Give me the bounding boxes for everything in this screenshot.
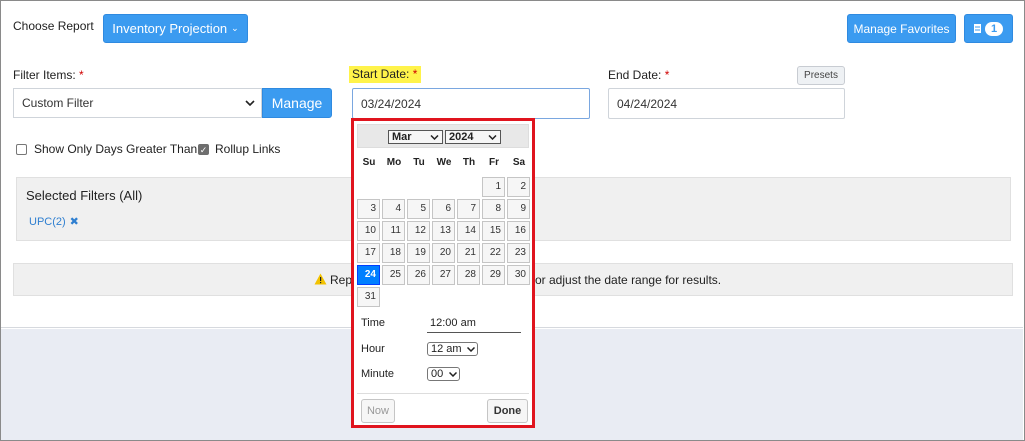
day-cell[interactable]: 31 (357, 287, 380, 307)
chevron-down-icon (449, 371, 457, 377)
done-button[interactable]: Done (487, 399, 528, 423)
day-cell[interactable]: 26 (407, 265, 430, 285)
list-icon (973, 24, 981, 33)
choose-report-label: Choose Report (13, 19, 94, 33)
day-cell[interactable]: 22 (482, 243, 505, 263)
close-icon[interactable]: ✖ (70, 215, 79, 228)
date-picker-header: Mar 2024 (357, 124, 529, 148)
end-date-label: End Date: * (608, 68, 669, 82)
presets-button[interactable]: Presets (797, 66, 845, 85)
warning-icon (314, 273, 327, 285)
day-cell[interactable]: 9 (507, 199, 530, 219)
day-cell-selected[interactable]: 24 (357, 265, 380, 285)
manage-filters-button[interactable]: Manage (262, 88, 332, 118)
day-cell[interactable]: 20 (432, 243, 455, 263)
minute-select-value: 00 (431, 368, 444, 380)
weekday-header: We (436, 157, 452, 168)
rollup-links-checkbox[interactable]: ✓ (198, 144, 209, 155)
end-date-input[interactable]: 04/24/2024 (608, 88, 845, 119)
weekday-header: Sa (512, 157, 526, 168)
required-mark: * (79, 68, 84, 82)
report-dropdown-label: Inventory Projection (112, 21, 228, 36)
required-mark: * (664, 68, 670, 82)
day-cell[interactable]: 21 (457, 243, 480, 263)
filter-tag[interactable]: UPC(2) ✖ (29, 215, 79, 229)
chevron-down-icon (245, 100, 255, 106)
required-mark: * (412, 67, 418, 81)
manage-favorites-button[interactable]: Manage Favorites (847, 14, 956, 43)
weekday-header: Su (362, 157, 376, 168)
day-cell[interactable]: 1 (482, 177, 505, 197)
notice-text-right: or adjust the date range for results. (535, 273, 722, 287)
day-cell[interactable]: 30 (507, 265, 530, 285)
day-cell[interactable]: 28 (457, 265, 480, 285)
show-only-days-checkbox[interactable] (16, 144, 27, 155)
minute-select[interactable]: 00 (427, 367, 460, 381)
day-cell[interactable]: 19 (407, 243, 430, 263)
favorites-count-badge: 1 (984, 21, 1004, 36)
day-cell[interactable]: 27 (432, 265, 455, 285)
rollup-links-label: Rollup Links (215, 142, 281, 156)
day-cell[interactable]: 4 (382, 199, 405, 219)
time-value: 12:00 am (427, 317, 521, 333)
show-only-days-label: Show Only Days Greater Than (34, 142, 198, 156)
day-cell[interactable]: 16 (507, 221, 530, 241)
day-cell[interactable]: 15 (482, 221, 505, 241)
day-cell[interactable]: 12 (407, 221, 430, 241)
month-select-value: Mar (392, 131, 412, 143)
day-cell[interactable]: 18 (382, 243, 405, 263)
day-cell[interactable]: 14 (457, 221, 480, 241)
day-cell[interactable]: 13 (432, 221, 455, 241)
end-date-label-text: End Date: (608, 68, 662, 82)
day-cell[interactable]: 29 (482, 265, 505, 285)
filter-items-label: Filter Items: * (13, 68, 84, 82)
start-date-label: Start Date: * (349, 66, 422, 83)
minute-label: Minute (361, 368, 395, 380)
day-cell[interactable]: 3 (357, 199, 380, 219)
day-cell[interactable]: 23 (507, 243, 530, 263)
hour-label: Hour (361, 343, 385, 355)
year-select-value: 2024 (449, 131, 474, 143)
day-cell[interactable]: 25 (382, 265, 405, 285)
weekday-header: Th (462, 157, 476, 168)
day-cell[interactable]: 17 (357, 243, 380, 263)
start-date-input[interactable]: 03/24/2024 (352, 88, 590, 119)
filter-items-select[interactable]: Custom Filter (13, 88, 262, 118)
date-picker-popup: Mar 2024 Su Mo Tu We Th Fr Sa 1 2 3 4 5 6 7 8 9 10 11 12 1… (351, 118, 535, 428)
day-cell[interactable]: 8 (482, 199, 505, 219)
chevron-down-icon (430, 134, 439, 140)
day-cell[interactable]: 6 (432, 199, 455, 219)
weekday-header: Mo (386, 157, 402, 168)
now-button[interactable]: Now (361, 399, 395, 423)
filter-items-label-text: Filter Items: (13, 68, 76, 82)
notice-text-left: Rep (330, 273, 353, 287)
weekday-header: Fr (489, 157, 499, 168)
day-cell[interactable]: 2 (507, 177, 530, 197)
year-select[interactable]: 2024 (445, 130, 501, 144)
day-cell[interactable]: 10 (357, 221, 380, 241)
hour-select[interactable]: 12 am (427, 342, 478, 356)
day-cell[interactable]: 11 (382, 221, 405, 241)
day-cell[interactable]: 7 (457, 199, 480, 219)
favorites-count-button[interactable]: 1 (964, 14, 1013, 43)
filter-tag-label: UPC(2) (29, 215, 66, 228)
date-picker-divider (357, 393, 529, 394)
time-label: Time (361, 317, 386, 329)
selected-filters-title: Selected Filters (All) (26, 188, 143, 203)
day-cell[interactable]: 5 (407, 199, 430, 219)
weekday-header: Tu (413, 157, 425, 168)
chevron-down-icon (488, 134, 497, 140)
month-select[interactable]: Mar (388, 130, 443, 144)
report-dropdown-button[interactable]: Inventory Projection ⌄ (103, 14, 248, 43)
hour-select-value: 12 am (431, 343, 462, 355)
chevron-down-icon: ⌄ (231, 23, 239, 33)
start-date-label-text: Start Date: (352, 67, 410, 81)
chevron-down-icon (467, 346, 475, 352)
filter-items-select-value: Custom Filter (22, 96, 94, 110)
